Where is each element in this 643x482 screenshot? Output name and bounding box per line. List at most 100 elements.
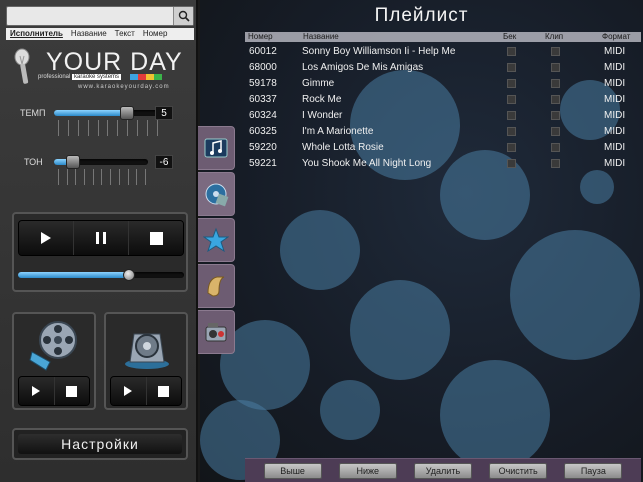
logo-subtitle: professional karaoke systems <box>38 74 122 80</box>
disc-icon <box>205 183 229 207</box>
column-backing[interactable]: Бек <box>503 32 516 42</box>
row-title: Gimme <box>302 78 335 89</box>
playlist-action-bar: Выше Ниже Удалить Очистить Пауза <box>245 458 641 482</box>
backing-checkbox[interactable] <box>507 79 516 88</box>
delete-button[interactable]: Удалить <box>413 462 472 479</box>
row-format: MIDI <box>604 46 626 57</box>
backing-checkbox[interactable] <box>507 111 516 120</box>
clip-checkbox[interactable] <box>551 79 560 88</box>
filter-number[interactable]: Номер <box>139 28 172 40</box>
filter-artist[interactable]: Исполнитель <box>6 28 67 40</box>
clip-checkbox[interactable] <box>551 143 560 152</box>
move-down-button[interactable]: Ниже <box>338 462 397 479</box>
pause-icon <box>96 232 106 244</box>
logo-url: www.karaokeyourday.com <box>78 84 170 90</box>
star-icon <box>203 227 229 253</box>
column-format[interactable]: Формат <box>602 32 630 42</box>
brand-logo: YOUR DAY professional karaoke systems ww… <box>8 46 192 94</box>
clip-checkbox[interactable] <box>551 63 560 72</box>
logo-title: YOUR DAY <box>46 48 183 76</box>
tone-slider-thumb[interactable] <box>65 155 80 169</box>
table-row[interactable]: 60325 I'm A Marionette MIDI <box>245 124 641 140</box>
pause-button[interactable] <box>74 221 129 255</box>
page-title: Плейлист <box>374 5 469 26</box>
tone-ticks <box>58 169 146 185</box>
backing-checkbox[interactable] <box>507 159 516 168</box>
tab-music-library[interactable] <box>198 126 235 170</box>
audio-transport <box>110 376 182 406</box>
clip-checkbox[interactable] <box>551 159 560 168</box>
row-title: Rock Me <box>302 94 342 105</box>
table-row[interactable]: 60012 Sonny Boy Williamson Ii - Help Me … <box>245 44 641 60</box>
table-row[interactable]: 59221 You Shook Me All Night Long MIDI <box>245 156 641 172</box>
playback-progress[interactable] <box>18 272 184 278</box>
play-button[interactable] <box>19 221 74 255</box>
video-player <box>12 312 96 410</box>
clip-checkbox[interactable] <box>551 111 560 120</box>
audio-stop-button[interactable] <box>146 377 181 405</box>
row-number: 60012 <box>249 46 277 57</box>
row-title: Los Amigos De Mis Amigas <box>302 62 424 73</box>
video-stop-button[interactable] <box>54 377 89 405</box>
tab-favorites[interactable] <box>198 218 235 262</box>
filter-text[interactable]: Текст <box>111 28 139 40</box>
column-number[interactable]: Номер <box>248 32 273 42</box>
playlist-area: Плейлист Номер Название Бек Клип Формат … <box>200 0 643 482</box>
row-format: MIDI <box>604 78 626 89</box>
audio-play-button[interactable] <box>111 377 147 405</box>
table-row[interactable]: 60337 Rock Me MIDI <box>245 92 641 108</box>
row-title: You Shook Me All Night Long <box>302 158 432 169</box>
backing-checkbox[interactable] <box>507 63 516 72</box>
row-number: 59220 <box>249 142 277 153</box>
row-number: 59221 <box>249 158 277 169</box>
move-up-button[interactable]: Выше <box>263 462 322 479</box>
search-box <box>6 6 194 27</box>
row-format: MIDI <box>604 158 626 169</box>
backing-checkbox[interactable] <box>507 47 516 56</box>
play-icon <box>41 232 51 244</box>
tab-playlist[interactable] <box>198 172 235 216</box>
clip-checkbox[interactable] <box>551 47 560 56</box>
column-title[interactable]: Название <box>303 32 339 42</box>
row-number: 60324 <box>249 110 277 121</box>
search-filter-bar: Исполнитель Название Текст Номер <box>6 28 194 40</box>
table-row[interactable]: 68000 Los Amigos De Mis Amigas MIDI <box>245 60 641 76</box>
row-number: 60325 <box>249 126 277 137</box>
clear-button[interactable]: Очистить <box>489 462 548 479</box>
settings-button[interactable]: Настройки <box>12 428 188 460</box>
backing-checkbox[interactable] <box>507 95 516 104</box>
backing-checkbox[interactable] <box>507 143 516 152</box>
audio-player <box>104 312 188 410</box>
video-play-button[interactable] <box>19 377 55 405</box>
tempo-slider[interactable] <box>54 110 158 116</box>
tempo-slider-thumb[interactable] <box>119 106 134 120</box>
filter-title[interactable]: Название <box>67 28 111 40</box>
playback-progress-thumb[interactable] <box>123 269 136 281</box>
stop-icon <box>66 385 78 397</box>
tab-media[interactable] <box>198 310 235 354</box>
logo-color-bars <box>130 74 162 80</box>
clip-checkbox[interactable] <box>551 127 560 136</box>
backing-checkbox[interactable] <box>507 127 516 136</box>
row-format: MIDI <box>604 62 626 73</box>
clip-checkbox[interactable] <box>551 95 560 104</box>
search-button[interactable] <box>173 7 193 25</box>
stop-icon <box>158 385 170 397</box>
table-row[interactable]: 59178 Gimme MIDI <box>245 76 641 92</box>
table-row[interactable]: 60324 I Wonder MIDI <box>245 108 641 124</box>
tab-lyrics[interactable] <box>198 264 235 308</box>
stop-button[interactable] <box>129 221 183 255</box>
row-format: MIDI <box>604 110 626 121</box>
row-format: MIDI <box>604 94 626 105</box>
film-reel-icon <box>29 321 77 371</box>
tempo-value: 5 <box>155 106 173 120</box>
play-icon <box>32 386 41 396</box>
playback-progress-fill <box>18 272 130 278</box>
table-row[interactable]: 59220 Whole Lotta Rosie MIDI <box>245 140 641 156</box>
pause-list-button[interactable]: Пауза <box>564 462 623 479</box>
settings-label: Настройки <box>18 434 182 454</box>
search-input[interactable] <box>7 8 175 27</box>
row-number: 60337 <box>249 94 277 105</box>
column-clip[interactable]: Клип <box>545 32 563 42</box>
stop-icon <box>149 231 163 245</box>
